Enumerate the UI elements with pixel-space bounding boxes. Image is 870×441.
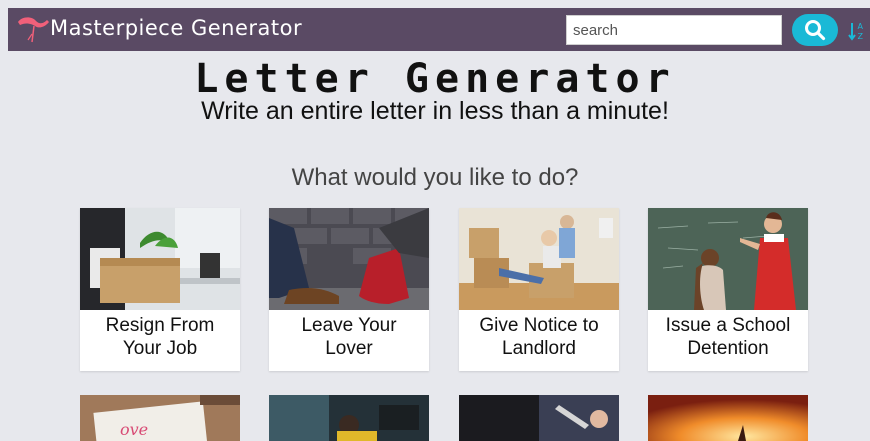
card-resign-job[interactable]: Resign From Your Job [80, 208, 240, 371]
card-label: Issue a School Detention [665, 315, 791, 359]
card-row2-1-image[interactable]: ove [80, 395, 240, 441]
moving-boxes-image [459, 208, 619, 310]
card-label: Leave Your Lover [301, 315, 397, 359]
search-icon [805, 20, 826, 41]
page-title: Letter Generator [194, 56, 676, 102]
page-subtitle: Write an entire letter in less than a mi… [201, 97, 669, 125]
card-row2-4-image[interactable] [648, 395, 808, 441]
search-input[interactable] [566, 15, 782, 45]
top-nav-bar: Masterpiece Generator A Z [8, 8, 870, 51]
card-row2-2-image[interactable] [269, 395, 429, 441]
shoes-image [269, 208, 429, 310]
card-label: Resign From Your Job [105, 315, 215, 359]
office-box-image [80, 208, 240, 310]
teacher-classroom-image [648, 208, 808, 310]
search-button[interactable] [792, 14, 838, 46]
svg-text:ove: ove [120, 420, 148, 439]
card-notice-landlord[interactable]: Give Notice to Landlord [459, 208, 619, 371]
card-label: Give Notice to Landlord [479, 315, 599, 359]
svg-text:A: A [858, 22, 864, 31]
card-school-detention[interactable]: Issue a School Detention [648, 208, 808, 371]
flamingo-logo-icon[interactable] [14, 12, 54, 46]
card-leave-lover[interactable]: Leave Your Lover [269, 208, 429, 371]
card-row2-3-image[interactable] [459, 395, 619, 441]
section-heading: What would you like to do? [291, 164, 579, 191]
svg-text:Z: Z [858, 32, 864, 41]
sort-az-icon[interactable]: A Z [848, 20, 866, 42]
brand-name[interactable]: Masterpiece Generator [50, 16, 302, 40]
